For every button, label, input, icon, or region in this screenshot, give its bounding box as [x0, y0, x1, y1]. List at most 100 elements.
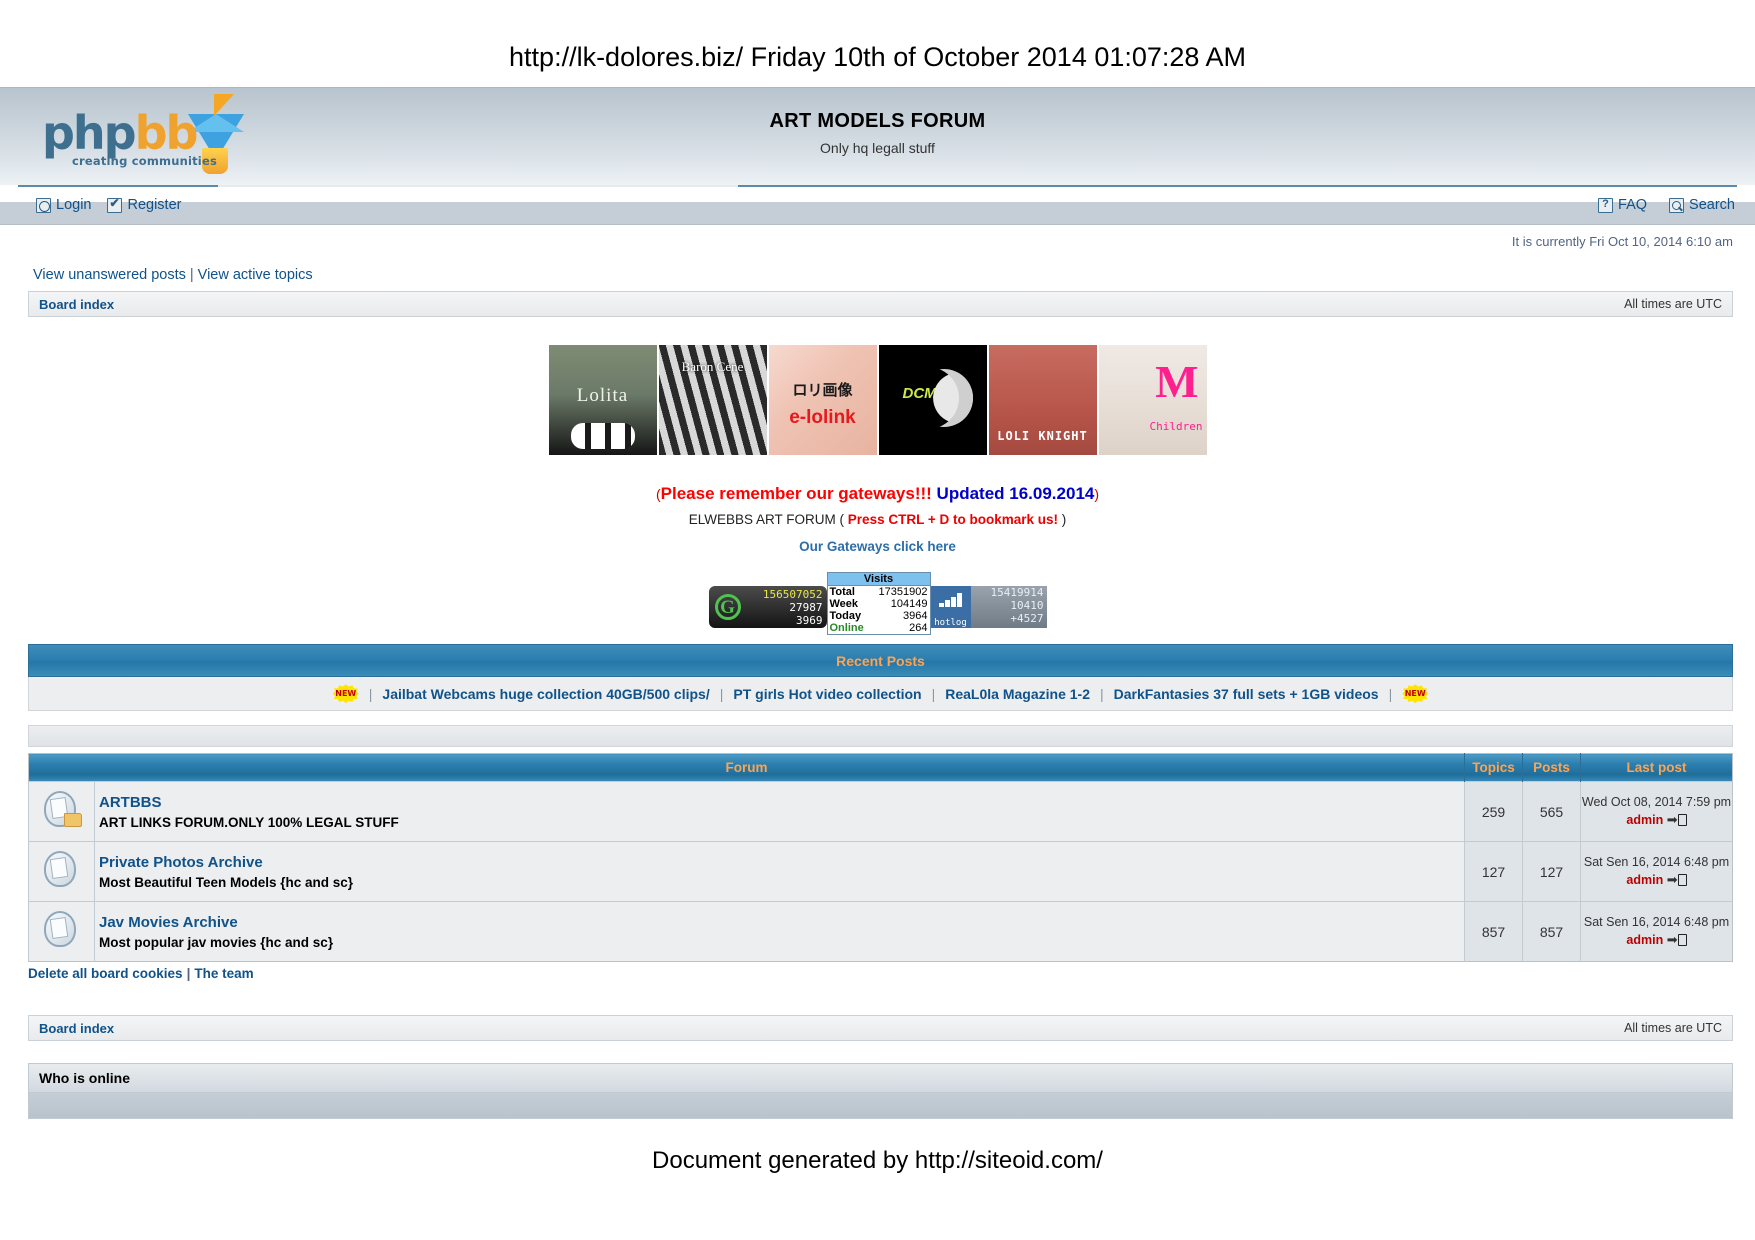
- forum-topics-count: 127: [1464, 841, 1523, 902]
- footer-links: Delete all board cookies | The team: [28, 966, 1755, 981]
- forum-icon-cell: [28, 781, 95, 842]
- banner-baron-cene-caption: Baron Cene: [681, 359, 744, 374]
- forum-last-post-author-row: admin ➡: [1581, 931, 1732, 950]
- forum-description: ART LINKS FORUM.ONLY 100% LEGAL STUFF: [99, 814, 399, 830]
- table-row[interactable]: Private Photos Archive Most Beautiful Te…: [28, 841, 1733, 902]
- forum-last-post-cell: Sat Sen 16, 2014 6:48 pm admin ➡: [1580, 901, 1733, 962]
- goto-arrow-icon: ➡: [1666, 932, 1678, 948]
- breadcrumb-board-index-link[interactable]: Board index: [39, 297, 114, 312]
- register-link[interactable]: Register: [107, 197, 181, 213]
- forum-description: Most Beautiful Teen Models {hc and sc}: [99, 874, 354, 890]
- counter-hotlog-widget[interactable]: hotlog 15419914 10410 +4527: [930, 586, 1047, 629]
- forum-table-spacer: [28, 725, 1733, 748]
- quick-links: View unanswered posts | View active topics: [0, 249, 1755, 283]
- gateway-line-2: ELWEBBS ART FORUM ( Press CTRL + D to bo…: [0, 510, 1755, 531]
- folder-unread-icon: [42, 790, 82, 828]
- forum-table-wrapper: Forum Topics Posts Last post ARTBBS ART …: [28, 725, 1733, 963]
- forum-table: Forum Topics Posts Last post ARTBBS ART …: [28, 753, 1733, 963]
- forum-last-post-cell: Wed Oct 08, 2014 7:59 pm admin ➡: [1580, 781, 1733, 842]
- counter-visits-row-online: Online 264: [828, 622, 930, 634]
- banner-loli-knight-caption: LOLI KNIGHT: [997, 429, 1088, 443]
- current-time-text: It is currently Fri Oct 10, 2014 6:10 am: [1511, 234, 1733, 249]
- table-row[interactable]: ARTBBS ART LINKS FORUM.ONLY 100% LEGAL S…: [28, 781, 1733, 842]
- counter-visits-label-online: Online: [829, 622, 864, 635]
- forum-last-post-date: Sat Sen 16, 2014 6:48 pm: [1583, 855, 1730, 870]
- counter-left-widget[interactable]: G 156507052 27987 3969: [708, 586, 827, 629]
- forum-last-post-author[interactable]: admin: [1626, 873, 1663, 887]
- forum-icon-cell: [28, 901, 95, 962]
- register-label: Register: [127, 197, 182, 213]
- forum-topics-count: 857: [1464, 901, 1523, 962]
- column-header-last-post[interactable]: Last post: [1580, 753, 1733, 782]
- banner-m-children-caption-small: Children: [1149, 420, 1203, 433]
- banner-e-lolink[interactable]: ロリ画像 e-lolink: [768, 345, 877, 455]
- counter-visits-row-total: Total 17351902: [828, 586, 930, 598]
- forum-posts-count: 565: [1522, 781, 1581, 842]
- gateway-paren-close: ): [1094, 486, 1100, 502]
- who-is-online-title: Who is online: [39, 1070, 130, 1087]
- the-team-link[interactable]: The team: [194, 966, 253, 981]
- banner-m-children[interactable]: M Children: [1098, 345, 1207, 455]
- folder-locked-icon: [42, 910, 82, 948]
- navbar-right-group: FAQ Search: [1598, 197, 1735, 213]
- gateway-warning-text: Please remember our gateways!!!: [660, 484, 932, 503]
- faq-icon: [1598, 197, 1614, 213]
- forum-title-link[interactable]: Private Photos Archive: [99, 854, 263, 871]
- gateway-click-here-link[interactable]: Our Gateways click here: [0, 537, 1755, 558]
- banner-lolita[interactable]: Lolita: [548, 345, 657, 455]
- banner-e-lolink-caption-top: ロリ画像: [792, 382, 853, 399]
- column-header-forum[interactable]: Forum: [28, 753, 1465, 782]
- gateway-forum-name: ELWEBBS ART FORUM (: [688, 512, 845, 528]
- recent-post-link-1[interactable]: Jailbat Webcams huge collection 40GB/500…: [382, 686, 709, 702]
- hotlog-icon: hotlog: [930, 586, 971, 629]
- recent-posts-title: Recent Posts: [836, 652, 925, 669]
- goto-post-icon[interactable]: [1677, 874, 1687, 887]
- login-link[interactable]: Login: [36, 197, 91, 213]
- search-link[interactable]: Search: [1669, 197, 1735, 213]
- column-header-posts[interactable]: Posts: [1522, 753, 1581, 782]
- counter-widgets: G 156507052 27987 3969 Visits Total 1735…: [0, 572, 1755, 636]
- view-active-topics-link[interactable]: View active topics: [198, 267, 313, 283]
- forum-last-post-author[interactable]: admin: [1626, 813, 1663, 827]
- search-icon: [1669, 197, 1685, 213]
- faq-link[interactable]: FAQ: [1598, 197, 1647, 213]
- new-badge-left-label: NEW: [335, 689, 357, 699]
- counter-visits-title: Visits: [827, 573, 930, 587]
- table-row[interactable]: Jav Movies Archive Most popular jav movi…: [28, 901, 1733, 962]
- recent-post-link-3[interactable]: ReaL0la Magazine 1-2: [945, 686, 1090, 702]
- counter-visits-value-today: 3964: [903, 610, 928, 623]
- forum-info-cell: Private Photos Archive Most Beautiful Te…: [94, 841, 1465, 902]
- counter-visits-row-today: Today 3964: [828, 610, 930, 622]
- counter-left-logo-icon: G: [714, 594, 741, 621]
- counter-hotlog-second: 10410: [1010, 599, 1044, 613]
- column-header-topics[interactable]: Topics: [1464, 753, 1523, 782]
- view-unanswered-posts-link[interactable]: View unanswered posts: [33, 267, 186, 283]
- forum-last-post-cell: Sat Sen 16, 2014 6:48 pm admin ➡: [1580, 841, 1733, 902]
- counter-visits-value-total: 17351902: [878, 586, 928, 599]
- footer-breadcrumb: Board index All times are UTC: [28, 1015, 1733, 1042]
- forum-title-link[interactable]: ARTBBS: [99, 794, 162, 811]
- forum-info-cell: ARTBBS ART LINKS FORUM.ONLY 100% LEGAL S…: [94, 781, 1465, 842]
- goto-post-icon[interactable]: [1677, 934, 1687, 947]
- recent-post-link-2[interactable]: PT girls Hot video collection: [733, 686, 921, 702]
- site-title-block: ART MODELS FORUM Only hq legall stuff: [0, 110, 1755, 156]
- footer-board-index-link[interactable]: Board index: [39, 1021, 114, 1036]
- forum-description: Most popular jav movies {hc and sc}: [99, 934, 334, 950]
- quicklinks-separator: |: [189, 267, 194, 283]
- folder-locked-icon: [42, 850, 82, 888]
- recent-posts-header: Recent Posts: [28, 644, 1733, 678]
- rp-sep-1: |: [719, 685, 724, 702]
- banner-baron-cene[interactable]: Baron Cene: [658, 345, 767, 455]
- document-url-line: http://lk-dolores.biz/ Friday 10th of Oc…: [509, 42, 1246, 72]
- recent-post-link-4[interactable]: DarkFantasies 37 full sets + 1GB videos: [1114, 686, 1379, 702]
- new-badge-icon-right: NEW: [1402, 684, 1429, 704]
- goto-arrow-icon: ➡: [1666, 872, 1678, 888]
- goto-post-icon[interactable]: [1677, 814, 1687, 827]
- delete-all-board-cookies-link[interactable]: Delete all board cookies: [28, 966, 183, 981]
- forum-last-post-author[interactable]: admin: [1626, 933, 1663, 947]
- banner-loli-knight[interactable]: LOLI KNIGHT: [988, 345, 1097, 455]
- forum-title-link[interactable]: Jav Movies Archive: [99, 914, 238, 931]
- counter-visits-widget[interactable]: Visits Total 17351902 Week 104149 Today …: [826, 572, 931, 636]
- counter-visits-value-online: 264: [909, 622, 928, 635]
- banner-dcmism[interactable]: DCMism: [878, 345, 987, 455]
